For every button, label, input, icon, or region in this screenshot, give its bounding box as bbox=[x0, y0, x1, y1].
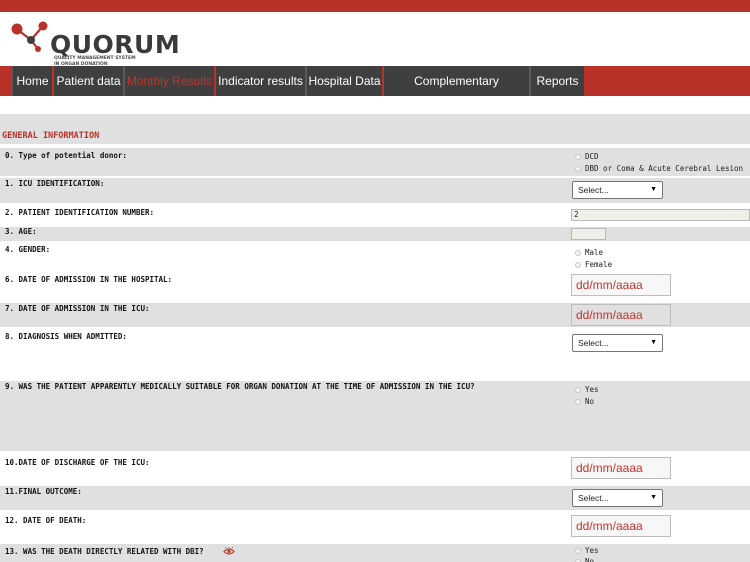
question-row-medically-suitable: 9. WAS THE PATIENT APPARENTLY MEDICALLY … bbox=[0, 381, 750, 451]
radio-circle[interactable] bbox=[575, 249, 581, 256]
radio-male[interactable]: Male bbox=[575, 248, 603, 257]
main-nav: Home Patient data Monthly Results Indica… bbox=[0, 66, 750, 118]
date-of-death-input[interactable]: dd/mm/aaaa bbox=[571, 515, 671, 537]
question-row-gender: 4. GENDER: Male Female bbox=[0, 243, 750, 271]
radio-circle[interactable] bbox=[575, 547, 581, 554]
chevron-down-icon: ▼ bbox=[650, 186, 657, 193]
age-input[interactable] bbox=[571, 228, 606, 240]
question-row-donor-type: 0. Type of potential donor: DCD DBD or C… bbox=[0, 148, 750, 176]
question-row-final-outcome: 11.FINAL OUTCOME: Select... ▼ bbox=[0, 486, 750, 510]
question-label: 2. PATIENT IDENTIFICATION NUMBER: bbox=[5, 208, 155, 217]
radio-female[interactable]: Female bbox=[575, 260, 612, 269]
header: QUORUM QUALITY MANAGEMENT SYSTEM IN ORGA… bbox=[0, 12, 750, 67]
eye-icon[interactable] bbox=[223, 547, 235, 556]
question-label: 4. GENDER: bbox=[5, 245, 51, 254]
radio-no[interactable]: No bbox=[575, 557, 594, 562]
question-label: 13. WAS THE DEATH DIRECTLY RELATED WITH … bbox=[5, 547, 204, 556]
final-outcome-select[interactable]: Select... ▼ bbox=[572, 489, 663, 507]
radio-yes[interactable]: Yes bbox=[575, 546, 599, 555]
question-row-death-dbi: 13. WAS THE DEATH DIRECTLY RELATED WITH … bbox=[0, 544, 750, 562]
icu-discharge-date-input[interactable]: dd/mm/aaaa bbox=[571, 457, 671, 479]
radio-dcd[interactable]: DCD bbox=[575, 152, 599, 161]
question-label: 0. Type of potential donor: bbox=[5, 151, 127, 160]
question-label: 8. DIAGNOSIS WHEN ADMITTED: bbox=[5, 332, 127, 341]
question-label: 11.FINAL OUTCOME: bbox=[5, 487, 82, 496]
nav-reports[interactable]: Reports bbox=[530, 66, 584, 96]
question-row-diagnosis: 8. DIAGNOSIS WHEN ADMITTED: Select... ▼ bbox=[0, 329, 750, 379]
question-label: 3. AGE: bbox=[5, 227, 37, 236]
question-label: 1. ICU IDENTIFICATION: bbox=[5, 179, 105, 188]
question-row-date-of-death: 12. DATE OF DEATH: dd/mm/aaaa bbox=[0, 512, 750, 542]
radio-no[interactable]: No bbox=[575, 397, 594, 406]
question-label: 9. WAS THE PATIENT APPARENTLY MEDICALLY … bbox=[5, 382, 475, 391]
hospital-admission-date-input[interactable]: dd/mm/aaaa bbox=[571, 274, 671, 296]
question-row-icu-discharge: 10.DATE OF DISCHARGE OF THE ICU: dd/mm/a… bbox=[0, 453, 750, 485]
icu-admission-date-input[interactable]: dd/mm/aaaa bbox=[571, 304, 671, 326]
radio-circle[interactable] bbox=[575, 153, 581, 160]
nav-monthly-results[interactable]: Monthly Results bbox=[124, 66, 214, 96]
brand-name: QUORUM bbox=[50, 30, 181, 59]
nav-complementary-information[interactable]: Complementary information bbox=[383, 66, 529, 118]
quorum-logo-icon[interactable] bbox=[10, 20, 52, 54]
radio-circle[interactable] bbox=[575, 261, 581, 268]
radio-yes[interactable]: Yes bbox=[575, 385, 599, 394]
nav-hospital-data[interactable]: Hospital Data bbox=[306, 66, 382, 96]
patient-id-input[interactable]: 2 bbox=[571, 209, 750, 221]
question-label: 6. DATE OF ADMISSION IN THE HOSPITAL: bbox=[5, 275, 173, 284]
question-row-hospital-admission: 6. DATE OF ADMISSION IN THE HOSPITAL: dd… bbox=[0, 271, 750, 301]
radio-circle[interactable] bbox=[575, 165, 581, 172]
chevron-down-icon: ▼ bbox=[650, 494, 657, 501]
radio-circle[interactable] bbox=[575, 398, 581, 405]
question-label: 7. DATE OF ADMISSION IN THE ICU: bbox=[5, 304, 150, 313]
nav-home[interactable]: Home bbox=[12, 66, 52, 96]
radio-circle[interactable] bbox=[575, 558, 581, 562]
question-label: 10.DATE OF DISCHARGE OF THE ICU: bbox=[5, 458, 150, 467]
radio-circle[interactable] bbox=[575, 386, 581, 393]
section-band bbox=[0, 114, 750, 144]
diagnosis-select[interactable]: Select... ▼ bbox=[572, 334, 663, 352]
chevron-down-icon: ▼ bbox=[650, 339, 657, 346]
icu-identification-select[interactable]: Select... ▼ bbox=[572, 181, 663, 199]
radio-dbd[interactable]: DBD or Coma & Acute Cerebral Lesion bbox=[575, 164, 743, 173]
question-row-age: 3. AGE: bbox=[0, 227, 750, 241]
nav-indicator-results[interactable]: Indicator results bbox=[215, 66, 305, 96]
nav-patient-data[interactable]: Patient data bbox=[53, 66, 123, 96]
question-label: 12. DATE OF DEATH: bbox=[5, 516, 87, 525]
question-row-patient-id: 2. PATIENT IDENTIFICATION NUMBER: 2 bbox=[0, 205, 750, 225]
question-row-icu-admission: 7. DATE OF ADMISSION IN THE ICU: dd/mm/a… bbox=[0, 303, 750, 327]
top-accent-bar bbox=[0, 0, 750, 12]
section-title: GENERAL INFORMATION bbox=[2, 131, 100, 141]
question-row-icu-id: 1. ICU IDENTIFICATION: Select... ▼ bbox=[0, 178, 750, 203]
